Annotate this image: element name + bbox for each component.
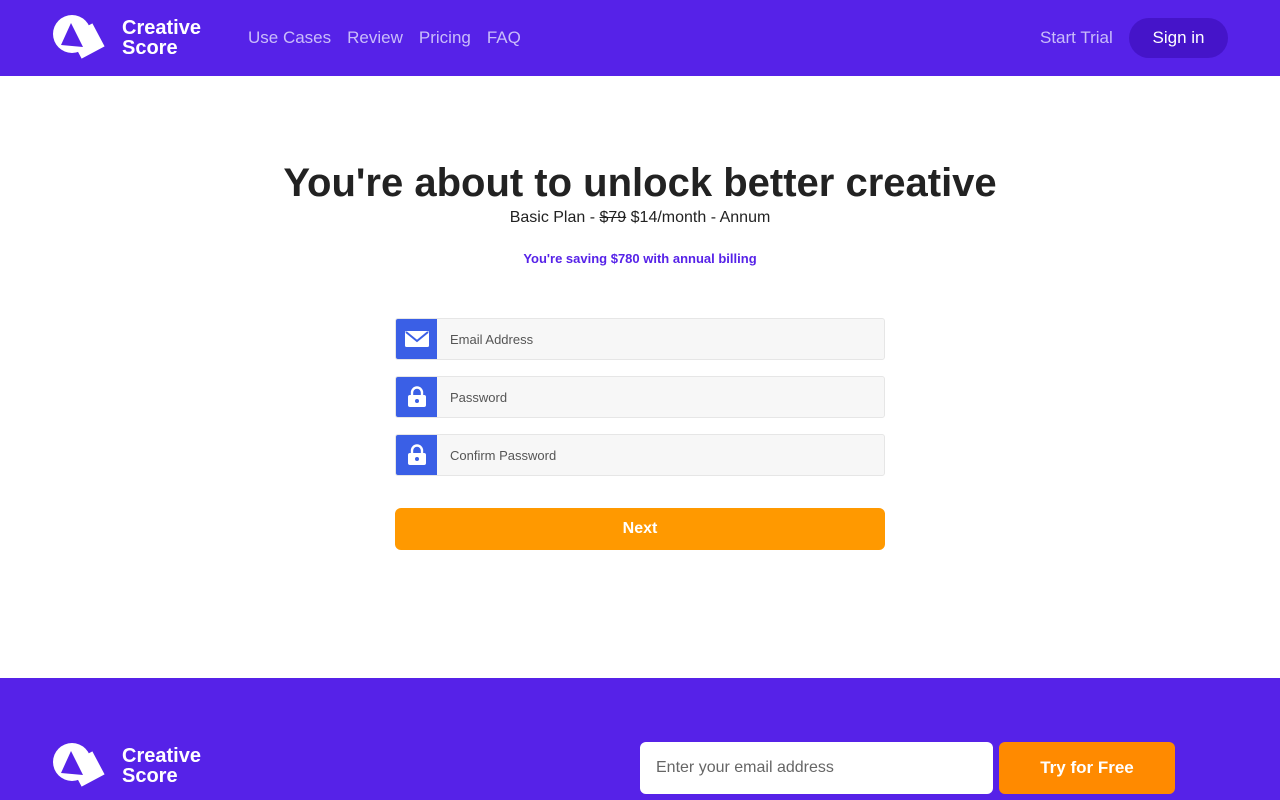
header-logo[interactable]: Creative Score (52, 14, 201, 62)
site-footer: Creative Score Try for Free (0, 678, 1280, 800)
try-for-free-button[interactable]: Try for Free (999, 742, 1175, 794)
footer-logo[interactable]: Creative Score (52, 742, 201, 790)
plan-summary: Basic Plan - $79 $14/month - Annum (0, 208, 1280, 228)
confirm-password-field-group (395, 434, 885, 476)
password-field-group (395, 376, 885, 418)
confirm-password-input[interactable] (437, 435, 884, 475)
envelope-icon (396, 319, 437, 359)
plan-prefix: Basic Plan - (509, 209, 600, 226)
nav-faq[interactable]: FAQ (487, 28, 521, 48)
brand-name: Creative Score (122, 17, 201, 59)
password-input[interactable] (437, 377, 884, 417)
lock-icon (396, 377, 437, 417)
creative-score-logo-icon (52, 742, 108, 790)
new-price: $14/month - Annum (626, 209, 771, 226)
email-field-group (395, 318, 885, 360)
saving-note: You're saving $780 with annual billing (523, 251, 757, 266)
page-title: You're about to unlock better creative (283, 161, 997, 205)
sign-in-button[interactable]: Sign in (1129, 18, 1228, 58)
next-button[interactable]: Next (395, 508, 885, 550)
main-nav: Use Cases Review Pricing FAQ (248, 28, 521, 48)
start-trial-link[interactable]: Start Trial (1040, 28, 1113, 48)
email-input[interactable] (437, 319, 884, 359)
lock-icon (396, 435, 437, 475)
creative-score-logo-icon (52, 14, 108, 62)
footer-brand-name: Creative Score (122, 745, 201, 787)
nav-use-cases[interactable]: Use Cases (248, 28, 331, 48)
site-header: Creative Score Use Cases Review Pricing … (0, 0, 1280, 76)
footer-email-input[interactable] (640, 742, 993, 794)
old-price: $79 (599, 209, 627, 226)
nav-pricing[interactable]: Pricing (419, 28, 471, 48)
nav-review[interactable]: Review (347, 28, 403, 48)
